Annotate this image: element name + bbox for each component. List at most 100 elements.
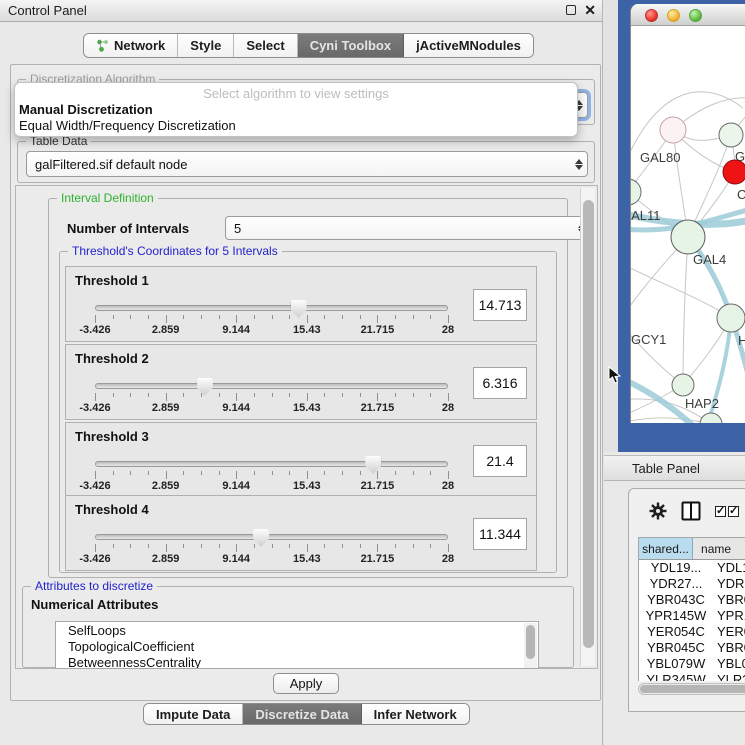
tab-select[interactable]: Select bbox=[234, 34, 297, 57]
threshold-4-value-field[interactable]: 11.344 bbox=[473, 518, 527, 550]
control-panel-window: Control Panel ✕ Network Style Select Cyn… bbox=[0, 0, 603, 745]
num-intervals-label: Number of Intervals bbox=[67, 221, 189, 236]
list-item[interactable]: BetweennessCentrality bbox=[56, 654, 538, 669]
table-row[interactable]: YDL19... YDL1 bbox=[639, 560, 745, 576]
threshold-2-slider[interactable] bbox=[95, 383, 448, 389]
minimize-traffic-light-icon[interactable] bbox=[667, 9, 680, 22]
threshold-1-box: Threshold 1 -3.426 2.859 9.144 15.43 21.… bbox=[65, 266, 537, 342]
tab-select-label: Select bbox=[246, 38, 284, 53]
slider-scale: -3.426 2.859 9.144 15.43 21.715 28 bbox=[95, 402, 448, 414]
tab-cyni-toolbox[interactable]: Cyni Toolbox bbox=[298, 34, 404, 57]
thresholds-group-title: Threshold's Coordinates for 5 Intervals bbox=[68, 244, 282, 258]
column-header-shared-name[interactable]: shared... bbox=[639, 538, 693, 560]
table-row[interactable]: YLR345W YLR3 bbox=[639, 672, 745, 681]
list-item[interactable]: SelfLoops bbox=[56, 622, 538, 638]
attributes-list-scrollbar[interactable] bbox=[524, 623, 537, 669]
control-panel-titlebar: Control Panel ✕ bbox=[0, 0, 602, 22]
node-label: H bbox=[738, 333, 745, 348]
tab-impute-data[interactable]: Impute Data bbox=[144, 704, 243, 724]
network-window-titlebar[interactable] bbox=[631, 4, 745, 26]
threshold-1-slider[interactable] bbox=[95, 305, 448, 311]
num-intervals-value: 5 bbox=[226, 221, 574, 236]
threshold-2-box: Threshold 2 -3.426 2.859 9.144 15.43 21.… bbox=[65, 344, 537, 420]
numerical-attributes-list[interactable]: SelfLoops TopologicalCoefficient Between… bbox=[55, 621, 539, 669]
column-header-name[interactable]: name bbox=[693, 538, 745, 560]
control-panel-title: Control Panel bbox=[0, 3, 87, 18]
threshold-4-box: Threshold 4 -3.426 2.859 9.144 15.43 21.… bbox=[65, 495, 537, 571]
threshold-3-box: Threshold 3 -3.426 2.859 9.144 15.43 21.… bbox=[65, 422, 537, 498]
apply-button[interactable]: Apply bbox=[273, 673, 339, 694]
checkbox-icon[interactable] bbox=[728, 506, 739, 517]
float-window-icon[interactable] bbox=[566, 5, 576, 15]
threshold-1-label: Threshold 1 bbox=[75, 273, 149, 288]
network-node-c[interactable] bbox=[723, 160, 745, 184]
threshold-1-value-field[interactable]: 14.713 bbox=[473, 289, 527, 321]
table-row[interactable]: YBR043C YBR0 bbox=[639, 592, 745, 608]
thresholds-group: Threshold's Coordinates for 5 Intervals … bbox=[59, 251, 557, 573]
threshold-4-slider[interactable] bbox=[95, 534, 448, 540]
slider-scale: -3.426 2.859 9.144 15.43 21.715 28 bbox=[95, 553, 448, 565]
settings-scrollbar[interactable] bbox=[580, 188, 595, 666]
node-label: C bbox=[737, 187, 745, 202]
bottom-tab-bar: Impute Data Discretize Data Infer Networ… bbox=[143, 703, 470, 725]
node-label: GAL80 bbox=[640, 150, 680, 165]
close-traffic-light-icon[interactable] bbox=[645, 9, 658, 22]
close-icon[interactable]: ✕ bbox=[584, 3, 596, 17]
tab-infer-network-label: Infer Network bbox=[374, 707, 457, 722]
table-row[interactable]: YBL079W YBL0 bbox=[639, 656, 745, 672]
table-horizontal-scrollbar[interactable] bbox=[638, 683, 745, 695]
threshold-3-label: Threshold 3 bbox=[75, 429, 149, 444]
num-intervals-combobox[interactable]: 5 bbox=[225, 216, 591, 240]
algorithm-option-manual[interactable]: Manual Discretization bbox=[15, 101, 577, 117]
table-scrollbar-thumb[interactable] bbox=[640, 685, 745, 693]
table-row[interactable]: YPR145W YPR1 bbox=[639, 608, 745, 624]
network-node-gal4[interactable] bbox=[671, 220, 705, 254]
threshold-2-label: Threshold 2 bbox=[75, 351, 149, 366]
node-table[interactable]: shared... name YDL19... YDL1 YDR27... YD… bbox=[638, 537, 745, 681]
table-data-value: galFiltered.sif default node bbox=[27, 157, 571, 172]
interval-definition-title: Interval Definition bbox=[57, 191, 158, 205]
network-node-hap2[interactable] bbox=[672, 374, 694, 396]
table-header-row: shared... name bbox=[639, 538, 745, 560]
threshold-2-value-field[interactable]: 6.316 bbox=[473, 367, 527, 399]
split-columns-icon[interactable] bbox=[681, 501, 701, 521]
network-view-window: GAL80GACGAL11GAL4GCY1HHAP2 bbox=[630, 4, 745, 423]
gear-icon[interactable] bbox=[649, 502, 667, 520]
network-canvas[interactable]: GAL80GACGAL11GAL4GCY1HHAP2 bbox=[631, 26, 745, 423]
cyni-panel: Discretization Algorithm Table Data galF… bbox=[10, 64, 601, 701]
network-node[interactable] bbox=[700, 413, 722, 423]
attributes-group-title: Attributes to discretize bbox=[31, 579, 157, 593]
network-node-gal80[interactable] bbox=[660, 117, 686, 143]
algorithm-popup-hint: Select algorithm to view settings bbox=[15, 83, 577, 101]
table-row[interactable]: YDR27... YDR2 bbox=[639, 576, 745, 592]
slider-scale: -3.426 2.859 9.144 15.43 21.715 28 bbox=[95, 324, 448, 336]
algorithm-option-equal-width[interactable]: Equal Width/Frequency Discretization bbox=[15, 117, 577, 133]
list-item[interactable]: TopologicalCoefficient bbox=[56, 638, 538, 654]
tab-jactivemnodules[interactable]: jActiveMNodules bbox=[404, 34, 533, 57]
slider-ticks bbox=[95, 393, 448, 402]
table-panel-titlebar: Table Panel bbox=[604, 455, 745, 481]
tab-style[interactable]: Style bbox=[178, 34, 234, 57]
table-data-combobox[interactable]: galFiltered.sif default node bbox=[26, 151, 588, 177]
network-node-ga[interactable] bbox=[719, 123, 743, 147]
top-tab-bar: Network Style Select Cyni Toolbox jActiv… bbox=[83, 33, 534, 58]
slider-ticks bbox=[95, 544, 448, 553]
zoom-traffic-light-icon[interactable] bbox=[689, 9, 702, 22]
network-node-h[interactable] bbox=[717, 304, 745, 332]
tab-discretize-data[interactable]: Discretize Data bbox=[243, 704, 361, 724]
table-row[interactable]: YER054C YER0 bbox=[639, 624, 745, 640]
numerical-attributes-label: Numerical Attributes bbox=[31, 597, 158, 612]
settings-scrollbar-thumb[interactable] bbox=[583, 200, 594, 648]
tab-network[interactable]: Network bbox=[84, 34, 178, 57]
table-data-group: Table Data galFiltered.sif default node bbox=[17, 141, 595, 183]
threshold-3-value-field[interactable]: 21.4 bbox=[473, 445, 527, 477]
tab-infer-network[interactable]: Infer Network bbox=[362, 704, 469, 724]
slider-ticks bbox=[95, 471, 448, 480]
checkbox-icon[interactable] bbox=[715, 506, 726, 517]
table-row[interactable]: YBR045C YBR0 bbox=[639, 640, 745, 656]
table-panel-body: shared... name YDL19... YDL1 YDR27... YD… bbox=[628, 488, 745, 712]
network-view-frame: GAL80GACGAL11GAL4GCY1HHAP2 bbox=[618, 0, 745, 452]
node-label: GAL4 bbox=[693, 252, 726, 267]
threshold-3-slider[interactable] bbox=[95, 461, 448, 467]
network-nodes[interactable]: GAL80GACGAL11GAL4GCY1HHAP2 bbox=[631, 117, 745, 423]
